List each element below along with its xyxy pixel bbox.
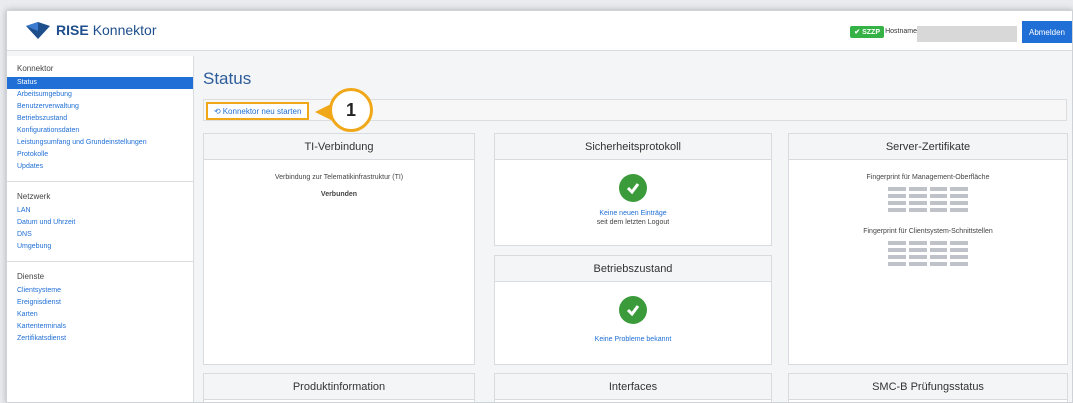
checkmark-icon	[619, 296, 647, 324]
security-log-link[interactable]: Keine neuen Einträge	[495, 210, 771, 217]
rise-logo-icon	[26, 22, 50, 39]
sidebar-item-ereignisdienst[interactable]: Ereignisdienst	[7, 297, 193, 309]
sidebar-item-datum-uhrzeit[interactable]: Datum und Uhrzeit	[7, 217, 193, 229]
sidebar-item-lan[interactable]: LAN	[7, 205, 193, 217]
fingerprint-label: Fingerprint für Clientsystem-Schnittstel…	[863, 228, 993, 235]
sidebar-item-protokolle[interactable]: Protokolle	[7, 149, 193, 161]
panel-title: SMC-B Prüfungsstatus	[789, 374, 1067, 400]
sidebar-item-kartenterminals[interactable]: Kartenterminals	[7, 321, 193, 333]
sidebar-section-title: Dienste	[17, 272, 45, 281]
restart-connector-button[interactable]: ⟲ Konnektor neu starten	[206, 102, 310, 120]
hostname-label: Hostname	[885, 28, 917, 35]
sidebar: Konnektor Status Arbeitsumgebung Benutze…	[7, 56, 194, 402]
ti-connection-panel: TI-Verbindung Verbindung zur Telematikin…	[203, 133, 475, 365]
panel-title: Sicherheitsprotokoll	[495, 134, 771, 160]
panel-title: Server-Zertifikate	[789, 134, 1067, 160]
panel-title: Interfaces	[495, 374, 771, 400]
panel-title: Produktinformation	[204, 374, 474, 400]
main-content: Status ⟲ Konnektor neu starten 1 TI-Verb…	[203, 61, 1072, 402]
panel-title: TI-Verbindung	[204, 134, 474, 160]
sidebar-item-updates[interactable]: Updates	[7, 161, 193, 173]
interfaces-panel: Interfaces	[494, 373, 772, 402]
fingerprint-value	[888, 241, 968, 266]
sidebar-section-title: Konnektor	[17, 64, 54, 73]
callout-badge: 1	[329, 88, 373, 132]
sidebar-item-dns[interactable]: DNS	[7, 229, 193, 241]
sidebar-item-leistungsumfang[interactable]: Leistungsumfang und Grundeinstellungen	[7, 137, 193, 149]
fingerprint-label: Fingerprint für Management-Oberfläche	[866, 174, 990, 181]
status-badge: ✔ SZZP	[850, 26, 884, 38]
sidebar-divider	[7, 261, 193, 262]
refresh-icon: ⟲	[214, 106, 221, 116]
operation-status-link[interactable]: Keine Probleme bekannt	[495, 336, 771, 343]
sidebar-item-betriebszustand[interactable]: Betriebszustand	[7, 113, 193, 125]
app-window: RISE Konnektor ✔ SZZP Hostname Abmelden …	[6, 10, 1073, 403]
top-bar: RISE Konnektor ✔ SZZP Hostname Abmelden	[7, 11, 1072, 51]
ti-description: Verbindung zur Telematikinfrastruktur (T…	[274, 174, 404, 181]
sidebar-item-umgebung[interactable]: Umgebung	[7, 241, 193, 253]
sidebar-item-arbeitsumgebung[interactable]: Arbeitsumgebung	[7, 89, 193, 101]
sidebar-section-title: Netzwerk	[17, 192, 51, 201]
security-log-sub: seit dem letzten Logout	[596, 219, 670, 226]
sidebar-item-status[interactable]: Status	[7, 77, 193, 89]
page-title: Status	[203, 69, 252, 88]
sidebar-item-karten[interactable]: Karten	[7, 309, 193, 321]
product-info-panel: Produktinformation	[203, 373, 475, 402]
sidebar-item-benutzerverwaltung[interactable]: Benutzerverwaltung	[7, 101, 193, 113]
sidebar-item-clientsysteme[interactable]: Clientsysteme	[7, 285, 193, 297]
logo[interactable]: RISE Konnektor	[25, 19, 157, 41]
logout-button[interactable]: Abmelden	[1022, 21, 1072, 43]
restart-label: Konnektor neu starten	[222, 106, 302, 116]
hostname-value	[917, 26, 1017, 42]
sidebar-item-zertifikatsdienst[interactable]: Zertifikatsdienst	[7, 333, 193, 345]
brand-name: RISE	[56, 22, 89, 38]
server-certs-panel: Server-Zertifikate Fingerprint für Manag…	[788, 133, 1068, 365]
smcb-status-panel: SMC-B Prüfungsstatus	[788, 373, 1068, 402]
ti-status: Verbunden	[320, 191, 358, 198]
security-log-panel: Sicherheitsprotokoll Keine neuen Einträg…	[494, 133, 772, 246]
sidebar-item-konfigurationsdaten[interactable]: Konfigurationsdaten	[7, 125, 193, 137]
checkmark-icon	[619, 174, 647, 202]
fingerprint-value	[888, 187, 968, 212]
brand-suffix: Konnektor	[92, 22, 157, 38]
sidebar-divider	[7, 181, 193, 182]
panel-title: Betriebszustand	[495, 256, 771, 282]
operation-status-panel: Betriebszustand Keine Probleme bekannt	[494, 255, 772, 365]
